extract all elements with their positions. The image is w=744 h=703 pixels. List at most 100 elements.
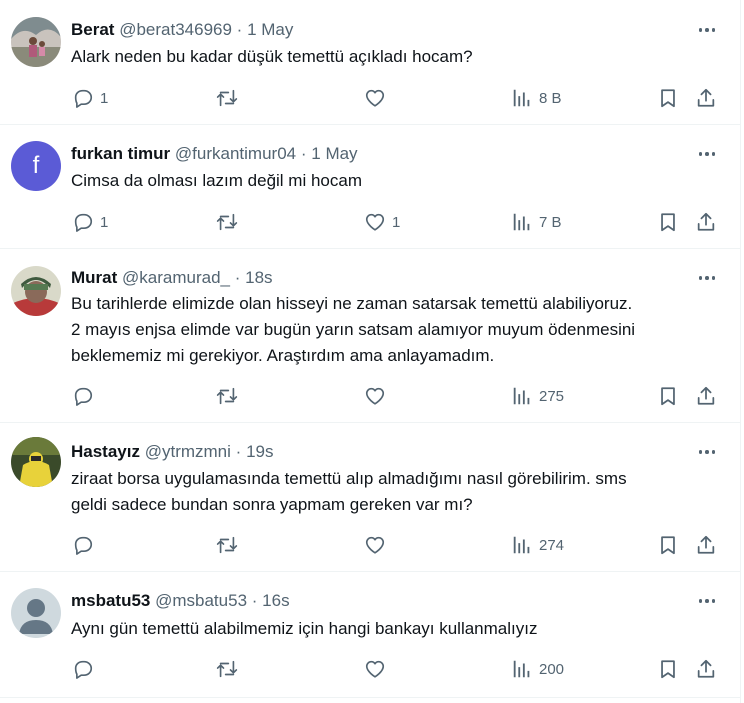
views-count: 200 [539,660,565,678]
share-icon [697,659,715,678]
retweet-icon [216,536,238,554]
tweet-header: furkan timur @furkantimur04 · 1 May [71,143,690,165]
bookmark-button[interactable] [657,384,679,408]
like-button[interactable] [364,657,392,681]
tweet-header: Berat @berat346969 · 1 May [71,19,690,41]
reply-button[interactable] [72,384,100,408]
share-button[interactable] [695,657,717,681]
share-button[interactable] [695,533,717,557]
retweet-button[interactable] [216,210,238,234]
avatar[interactable] [11,588,61,638]
bookmark-icon [661,660,675,679]
views-count: 7 B [539,213,562,231]
avatar[interactable]: f [11,141,61,191]
tweet-hastayiz[interactable]: Hastayız @ytrmzmni · 19s ziraat borsa uy… [0,423,740,572]
display-name[interactable]: Murat [71,268,117,287]
action-bar: 274 [0,533,740,557]
views-button[interactable]: 200 [511,657,564,681]
display-name[interactable]: Berat [71,20,114,39]
timestamp[interactable]: 1 May [247,20,293,39]
like-button[interactable]: 1 [364,210,400,234]
tweet-text: Bu tarihlerde elimizde olan hisseyi ne z… [71,291,716,369]
retweet-button[interactable] [216,384,238,408]
user-handle[interactable]: @msbatu53 [155,591,247,610]
separator-dot: · [235,442,242,461]
reply-button[interactable]: 1 [72,210,108,234]
share-button[interactable] [695,384,717,408]
share-button[interactable] [695,86,717,110]
views-count: 274 [539,536,565,554]
avatar[interactable] [11,17,61,67]
reply-button[interactable]: 1 [72,86,108,110]
separator-dot: · [236,20,243,39]
more-icon[interactable] [696,20,718,40]
action-bar: 1 8 B [0,86,740,110]
timestamp[interactable]: 19s [246,442,273,461]
display-name[interactable]: furkan timur [71,144,170,163]
timestamp[interactable]: 18s [245,268,272,287]
separator-dot: · [251,591,258,610]
retweet-button[interactable] [216,657,238,681]
views-button[interactable]: 8 B [511,86,562,110]
tweet-text: Alark neden bu kadar düşük temettü açıkl… [71,44,716,70]
avatar[interactable] [11,437,61,487]
retweet-button[interactable] [216,533,238,557]
more-icon[interactable] [696,591,718,611]
tweet-text: Cimsa da olması lazım değil mi hocam [71,168,716,194]
retweet-icon [216,89,238,107]
reply-icon [74,89,93,108]
retweet-button[interactable] [216,86,238,110]
timestamp[interactable]: 16s [262,591,289,610]
tweet-text-line: Aynı gün temettü alabilmemiz için hangi … [71,619,538,638]
like-button[interactable] [364,384,392,408]
tweet-text-line: beklememiz mi gerekiyor. Araştırdım ama … [71,346,495,365]
bookmark-button[interactable] [657,210,679,234]
reply-count: 1 [100,89,109,107]
more-icon[interactable] [696,268,718,288]
user-handle[interactable]: @furkantimur04 [175,144,296,163]
user-handle[interactable]: @karamurad_ [122,268,230,287]
display-name[interactable]: Hastayız [71,442,140,461]
share-icon [697,535,715,554]
more-icon[interactable] [696,442,718,462]
tweet-header: Hastayız @ytrmzmni · 19s [71,441,690,463]
display-name[interactable]: msbatu53 [71,591,150,610]
avatar-image [11,437,61,487]
views-icon [513,536,530,554]
views-count: 8 B [539,89,562,107]
views-icon [513,89,530,107]
avatar-image [11,17,61,67]
tweet-furkan[interactable]: f furkan timur @furkantimur04 · 1 May Ci… [0,125,740,249]
retweet-icon [216,660,238,678]
avatar[interactable] [11,266,61,316]
retweet-icon [216,213,238,231]
timestamp[interactable]: 1 May [311,144,357,163]
views-icon [513,660,530,678]
tweet-header: msbatu53 @msbatu53 · 16s [71,590,690,612]
views-button[interactable]: 7 B [511,210,562,234]
bookmark-button[interactable] [657,533,679,557]
tweet-berat[interactable]: Berat @berat346969 · 1 May Alark neden b… [0,0,740,125]
reply-count: 1 [100,213,109,231]
views-button[interactable]: 274 [511,533,564,557]
separator-dot: · [234,268,241,287]
reply-button[interactable] [72,533,100,557]
more-icon[interactable] [696,144,718,164]
reply-button[interactable] [72,657,100,681]
bookmark-button[interactable] [657,86,679,110]
user-handle[interactable]: @ytrmzmni [145,442,231,461]
views-button[interactable]: 275 [511,384,564,408]
like-button[interactable] [364,533,392,557]
retweet-icon [216,387,238,405]
bookmark-button[interactable] [657,657,679,681]
user-handle[interactable]: @berat346969 [119,20,232,39]
tweet-murat[interactable]: Murat @karamurad_ · 18s Bu tarihlerde el… [0,249,740,423]
like-button[interactable] [364,86,392,110]
timeline: Berat @berat346969 · 1 May Alark neden b… [0,0,741,703]
tweet-header: Murat @karamurad_ · 18s [71,267,690,289]
tweet-text-line: ziraat borsa uygulamasında temettü alıp … [71,469,627,488]
tweet-msbatu53[interactable]: msbatu53 @msbatu53 · 16s Aynı gün temett… [0,572,740,698]
share-button[interactable] [695,210,717,234]
reply-icon [74,387,93,406]
reply-icon [74,536,93,555]
